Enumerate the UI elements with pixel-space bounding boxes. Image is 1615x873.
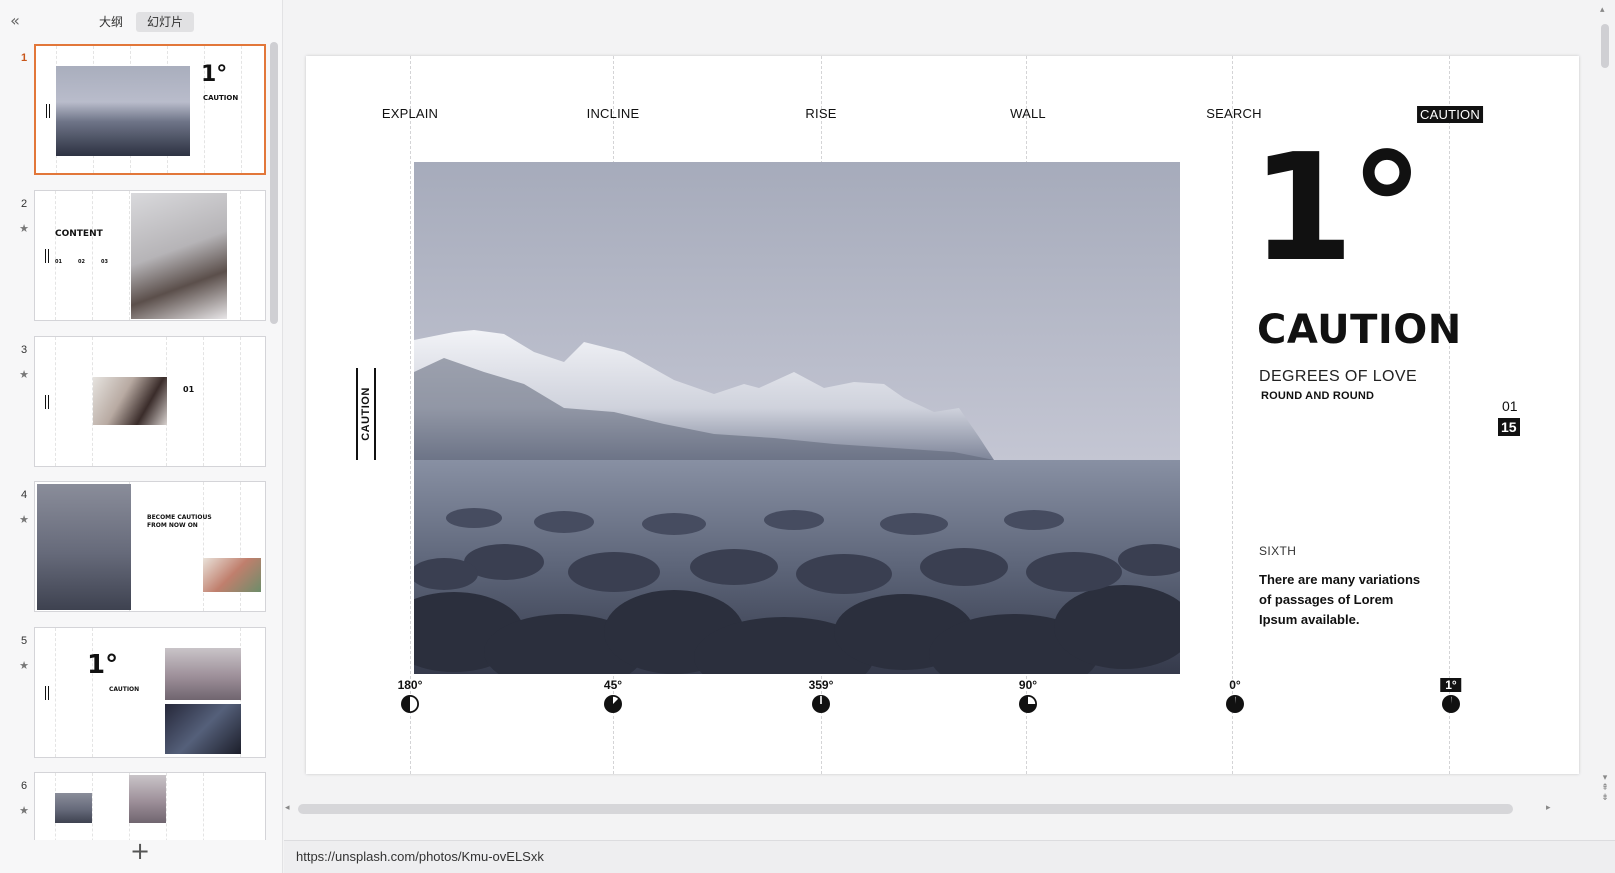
thumbnail-list: 1 1° CAUTION 2 ★ CONTENT 01 02 03 3 ★ 01…	[0, 42, 283, 840]
degree-gauge-icon	[1442, 695, 1460, 713]
slide-panel: « 大纲 幻灯片 1 1° CAUTION 2 ★ CONTENT 01 02 …	[0, 0, 283, 873]
side-vertical-text: CAUTION	[360, 387, 372, 441]
thumbnail-num: 01	[55, 259, 62, 265]
thumbnail-side-bar	[45, 395, 49, 409]
thumbnail-num: 02	[78, 259, 85, 265]
thumbnail-side-bar	[45, 249, 49, 263]
thumbnail-degree: 1°	[201, 62, 228, 87]
thumbnail-title: CAUTION	[203, 94, 239, 102]
thumbnail-row: 1 1° CAUTION	[0, 42, 270, 175]
thumbnail-title: FROM NOW ON	[147, 522, 198, 529]
nav-explain[interactable]: EXPLAIN	[382, 106, 438, 121]
thumbnail-side-bar	[46, 104, 50, 118]
star-icon: ★	[19, 804, 29, 817]
degree-gauge-icon	[812, 695, 830, 713]
slide-thumbnail-4[interactable]: BECOME CAUTIOUS FROM NOW ON	[34, 481, 266, 612]
degree-gauge-icon	[401, 695, 419, 713]
page-total: 15	[1498, 418, 1520, 436]
degree-label: 90°	[1018, 678, 1038, 692]
degree-number[interactable]: 1°	[1251, 134, 1424, 282]
side-vertical-label: CAUTION	[356, 368, 376, 460]
thumbnail-number: 2	[20, 198, 28, 210]
thumbnail-photo	[165, 648, 241, 700]
thumbnail-row: 2 ★ CONTENT 01 02 03	[0, 188, 270, 321]
nav-caution[interactable]: CAUTION	[1417, 106, 1483, 123]
thumbnail-number: 1	[20, 52, 28, 64]
slide-thumbnail-3[interactable]: 01	[34, 336, 266, 467]
body-text[interactable]: There are many variations of passages of…	[1259, 570, 1429, 630]
guide-line	[1232, 56, 1233, 774]
thumbnail-number: 5	[20, 635, 28, 647]
thumbnail-title: BECOME CAUTIOUS	[147, 514, 212, 521]
nav-wall[interactable]: WALL	[1010, 106, 1046, 121]
tab-slides[interactable]: 幻灯片	[136, 12, 195, 32]
degree-gauge-icon	[1019, 695, 1037, 713]
star-icon: ★	[19, 513, 29, 526]
thumbnail-photo	[165, 704, 241, 754]
degree-label: 359°	[808, 678, 834, 692]
thumbnail-number: 6	[20, 780, 28, 792]
degree-gauge-icon	[604, 695, 622, 713]
slide-thumbnail-2[interactable]: CONTENT 01 02 03	[34, 190, 266, 321]
slide-editor: EXPLAIN INCLINE RISE WALL SEARCH CAUTION	[284, 0, 1615, 840]
vertical-scrollbar[interactable]	[1601, 24, 1609, 68]
mountain-lake-photo[interactable]	[414, 162, 1180, 674]
thumbnail-photo	[56, 66, 190, 156]
thumbnail-title: CONTENT	[55, 229, 103, 239]
degree-label: 0°	[1229, 678, 1241, 692]
star-icon: ★	[19, 368, 29, 381]
star-icon: ★	[19, 222, 29, 235]
slide-thumbnail-5[interactable]: 1° CAUTION	[34, 627, 266, 758]
thumbnail-row: 4 ★ BECOME CAUTIOUS FROM NOW ON	[0, 479, 270, 612]
nav-incline[interactable]: INCLINE	[587, 106, 640, 121]
degree-gauge-icon	[1226, 695, 1244, 713]
horizontal-scrollbar[interactable]	[298, 804, 1513, 814]
thumbnail-photo	[203, 558, 261, 592]
thumbnail-num: 03	[101, 259, 108, 265]
thumbnail-scrollbar[interactable]	[270, 42, 278, 324]
thumbnail-number: 4	[20, 489, 28, 501]
guide-line	[1449, 56, 1450, 774]
slide-title[interactable]: CAUTION	[1257, 310, 1462, 350]
thumbnail-num: 01	[183, 385, 195, 394]
nav-rise[interactable]: RISE	[805, 106, 836, 121]
status-bar: https://unsplash.com/photos/Kmu-ovELSxk	[284, 840, 1615, 873]
degree-label: 45°	[603, 678, 623, 692]
thumbnail-photo	[93, 377, 167, 425]
slide-subtitle[interactable]: DEGREES OF LOVE	[1259, 368, 1417, 386]
status-url[interactable]: https://unsplash.com/photos/Kmu-ovELSxk	[296, 849, 544, 864]
guide-line	[410, 56, 411, 774]
thumbnail-row: 6 ★	[0, 770, 270, 840]
double-chevron-left-icon[interactable]: «	[6, 12, 24, 30]
thumbnail-row: 5 ★ 1° CAUTION	[0, 625, 270, 758]
slide-subtitle-secondary[interactable]: ROUND AND ROUND	[1261, 390, 1374, 402]
degree-label-active: 1°	[1440, 678, 1462, 692]
thumbnail-photo	[129, 775, 166, 823]
tab-outline[interactable]: 大纲	[88, 12, 134, 32]
star-icon: ★	[19, 659, 29, 672]
slide-canvas[interactable]: EXPLAIN INCLINE RISE WALL SEARCH CAUTION	[306, 56, 1579, 774]
thumbnail-photo	[131, 193, 227, 319]
thumbnail-row: 3 ★ 01	[0, 334, 270, 467]
thumbnail-photo	[37, 484, 131, 610]
add-slide-button[interactable]: +	[128, 839, 152, 864]
scroll-page-arrows-icon[interactable]: ▾ ⇞ ⇟	[1599, 772, 1611, 802]
page-current: 01	[1502, 398, 1518, 414]
thumbnail-number: 3	[20, 344, 28, 356]
degree-label: 180°	[397, 678, 423, 692]
slide-thumbnail-6[interactable]	[34, 772, 266, 840]
thumbnail-degree: 1°	[87, 650, 119, 680]
scroll-left-icon[interactable]: ◂	[285, 802, 290, 813]
thumbnail-title: CAUTION	[109, 686, 140, 693]
slide-thumbnail-1[interactable]: 1° CAUTION	[34, 44, 266, 175]
thumbnail-photo	[55, 793, 92, 823]
section-label[interactable]: SIXTH	[1259, 544, 1296, 558]
nav-search[interactable]: SEARCH	[1206, 106, 1261, 121]
scroll-right-icon[interactable]: ▸	[1546, 802, 1551, 813]
thumbnail-side-bar	[45, 686, 49, 700]
scroll-up-icon[interactable]: ▴	[1600, 4, 1605, 15]
